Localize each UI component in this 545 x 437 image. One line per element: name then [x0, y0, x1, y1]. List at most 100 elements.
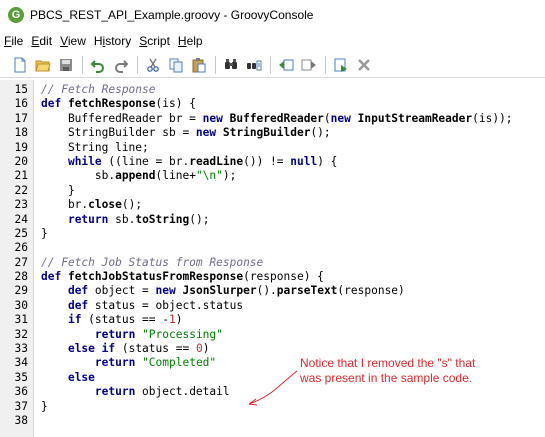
code-line[interactable]: 24 return sb.toString(); — [0, 213, 545, 227]
code-line[interactable]: 29 def object = new JsonSlurper().parseT… — [0, 284, 545, 298]
code-line[interactable]: 28 def fetchJobStatusFromResponse(respons… — [0, 270, 545, 284]
code-line[interactable]: 21 sb.append(line+"\n"); — [0, 169, 545, 183]
line-number: 30 — [14, 298, 28, 312]
groovy-app-icon: G — [8, 7, 24, 23]
line-source: return "Processing" — [28, 328, 223, 342]
open-folder-icon[interactable] — [33, 55, 53, 75]
code-token: sb. — [108, 212, 136, 226]
code-line[interactable]: 25} — [0, 227, 545, 241]
undo-icon[interactable] — [88, 55, 108, 75]
interrupt-icon[interactable] — [354, 55, 374, 75]
code-token: else if — [67, 342, 116, 356]
code-token: append — [115, 169, 156, 183]
code-line[interactable]: 18 StringBuilder sb = new StringBuilder(… — [0, 126, 545, 140]
cut-icon[interactable] — [143, 55, 163, 75]
line-number: 26 — [14, 241, 28, 255]
save-icon[interactable] — [56, 55, 76, 75]
code-line[interactable]: 17 BufferedReader br = new BufferedReade… — [0, 112, 545, 126]
code-line[interactable]: 16 def fetchResponse(is) { — [0, 97, 545, 111]
line-source: // Fetch Job Status from Response — [28, 256, 263, 270]
code-token: (is)); — [472, 111, 513, 125]
code-token: new — [330, 111, 358, 125]
line-number: 21 — [14, 169, 28, 183]
code-token: null — [290, 154, 318, 168]
line-source: br.close(); — [28, 198, 142, 212]
code-token: close — [88, 198, 122, 212]
toolbar-separator — [137, 55, 138, 74]
menu-item[interactable]: Script — [139, 34, 170, 48]
code-line[interactable]: 22 } — [0, 184, 545, 198]
code-token: ((line = br. — [101, 154, 190, 168]
redo-icon[interactable] — [111, 55, 131, 75]
code-line[interactable]: 15 // Fetch Response — [0, 83, 545, 97]
line-source: def object = new JsonSlurper().parseText… — [28, 284, 405, 298]
window-title: PBCS_REST_API_Example.groovy - GroovyCon… — [30, 8, 314, 22]
code-token: (line+ — [155, 169, 196, 183]
menu-item[interactable]: File — [4, 34, 23, 48]
line-source: StringBuilder sb = new StringBuilder(); — [28, 126, 331, 140]
menu-item[interactable]: Help — [178, 34, 203, 48]
code-token: ) — [175, 313, 183, 327]
annotation-note: Notice that I removed the "s" that was p… — [300, 356, 535, 386]
code-token: return — [94, 385, 136, 399]
code-line[interactable]: 31 if (status == -1) — [0, 313, 545, 327]
paste-icon[interactable] — [189, 55, 209, 75]
line-number: 25 — [14, 226, 28, 240]
line-source: } — [28, 184, 75, 198]
code-line[interactable]: 26 — [0, 241, 545, 255]
line-source: def fetchJobStatusFromResponse(response)… — [28, 270, 324, 284]
code-line[interactable]: 33 else if (status == 0) — [0, 342, 545, 356]
code-line[interactable]: 36 return object.detail — [0, 385, 545, 399]
code-token: br. — [41, 198, 89, 212]
code-token: "Processing" — [142, 327, 223, 341]
code-token: readLine — [189, 154, 244, 168]
menu-item[interactable]: Edit — [31, 34, 52, 48]
line-source: } — [28, 227, 48, 241]
copy-icon[interactable] — [166, 55, 186, 75]
code-line[interactable]: 38 — [0, 414, 545, 428]
toolbar-separator — [270, 55, 271, 74]
run-script-icon[interactable] — [331, 55, 351, 75]
code-token: return — [94, 356, 136, 370]
find-icon[interactable] — [221, 55, 241, 75]
code-token: (); — [121, 198, 143, 212]
code-token: (is) { — [155, 97, 196, 111]
code-token: ) — [202, 342, 210, 356]
code-token: parseText — [276, 284, 338, 298]
history-next-icon[interactable] — [299, 55, 319, 75]
line-source: while ((line = br.readLine()) != null) { — [28, 155, 337, 169]
code-line[interactable]: 19 String line; — [0, 141, 545, 155]
code-line[interactable]: 20 while ((line = br.readLine()) != null… — [0, 155, 545, 169]
code-line[interactable]: 37} — [0, 400, 545, 414]
history-previous-icon[interactable] — [276, 55, 296, 75]
code-line[interactable]: 32 return "Processing" — [0, 328, 545, 342]
new-file-icon[interactable] — [10, 55, 30, 75]
code-line[interactable]: 23 br.close(); — [0, 198, 545, 212]
replace-icon[interactable] — [244, 55, 264, 75]
menu-item[interactable]: View — [60, 34, 86, 48]
line-source — [28, 414, 41, 428]
code-token: "Completed" — [142, 356, 217, 370]
line-number: 28 — [14, 270, 28, 284]
menu-item[interactable]: History — [94, 34, 131, 48]
code-line[interactable]: 30 def status = object.status — [0, 299, 545, 313]
code-line[interactable]: 27 // Fetch Job Status from Response — [0, 256, 545, 270]
line-number: 29 — [14, 284, 28, 298]
line-source: BufferedReader br = new BufferedReader(n… — [28, 112, 513, 126]
code-token: (response) — [337, 284, 405, 298]
line-number: 18 — [14, 126, 28, 140]
code-token: toString — [135, 212, 190, 226]
line-number: 36 — [14, 385, 28, 399]
code-token: BufferedReader — [229, 111, 324, 125]
code-token: StringBuilder — [222, 126, 311, 140]
code-token: (). — [256, 284, 277, 298]
code-token: ()) != — [243, 154, 291, 168]
line-number: 22 — [14, 183, 28, 197]
